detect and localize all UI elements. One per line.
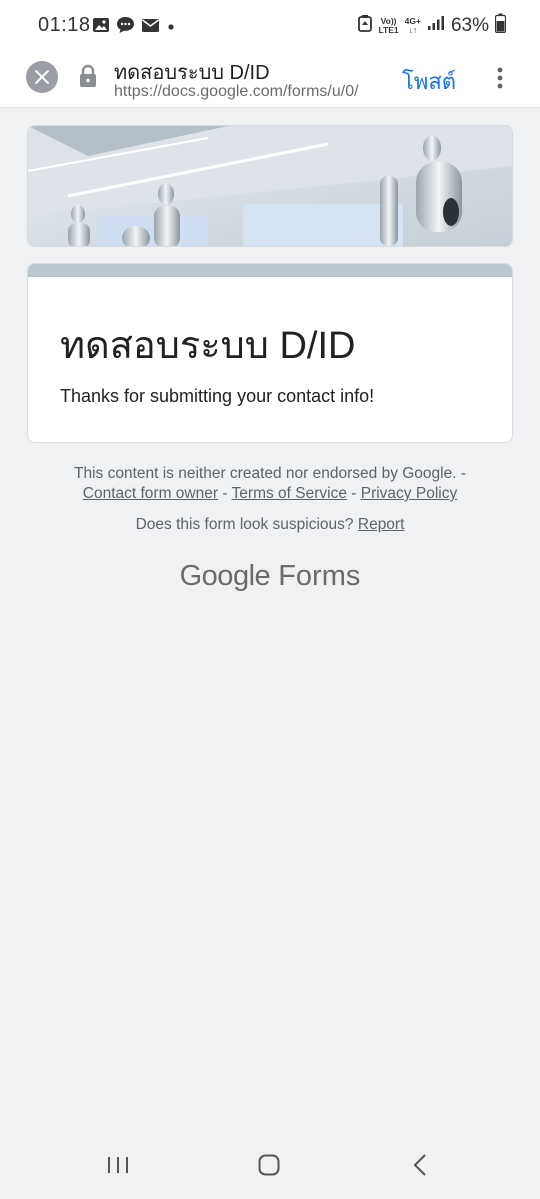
confirmation-message: Thanks for submitting your contact info! (60, 386, 375, 406)
system-navigation-bar (0, 1135, 540, 1199)
gallery-icon (92, 16, 110, 39)
separator: - (456, 465, 467, 482)
lock-icon[interactable] (78, 64, 98, 93)
separator: - (218, 485, 232, 502)
signal-icon (427, 15, 445, 37)
data-saver-icon (357, 14, 373, 38)
contact-form-owner-link[interactable]: Contact form owner (83, 485, 218, 502)
google-forms-logo[interactable]: Google Forms (0, 560, 540, 593)
recent-apps-button[interactable] (106, 1153, 130, 1182)
more-notifications-dot-icon (166, 19, 176, 37)
system-icons: Vo)) LTE1 4G+ ↓↑ 63% (357, 13, 507, 39)
form-header-image (27, 125, 513, 247)
mobile-data-indicator: 4G+ ↓↑ (404, 16, 421, 35)
brand-forms: Forms (278, 560, 361, 592)
privacy-policy-link[interactable]: Privacy Policy (361, 485, 457, 502)
data-arrows-icon: ↓↑ (408, 25, 418, 35)
page-url[interactable]: https://docs.google.com/forms/u/0/ (114, 83, 386, 101)
home-icon (258, 1154, 280, 1176)
close-tab-button[interactable] (26, 61, 58, 93)
close-icon (35, 70, 49, 84)
recent-apps-icon (108, 1157, 128, 1173)
status-time: 01:18 (38, 14, 91, 36)
form-confirmation-card: ทดสอบระบบ D/ID Thanks for submitting you… (27, 263, 513, 443)
status-bar: 01:18 Vo)) LTE1 4G+ ↓↑ 63% (0, 0, 540, 52)
footer-disclaimer: This content is neither created nor endo… (0, 464, 540, 504)
report-link[interactable]: Report (358, 516, 405, 533)
report-abuse-line: Does this form look suspicious? Report (0, 516, 540, 534)
disclaimer-text: This content is neither created nor endo… (73, 465, 457, 482)
separator: - (346, 485, 361, 502)
notification-icons (92, 16, 176, 39)
battery-percent: 63% (450, 15, 489, 36)
suspicious-question: Does this form look suspicious? (135, 516, 354, 533)
mail-icon (141, 18, 160, 38)
post-button[interactable]: โพสต์ (402, 64, 456, 99)
custom-tab-toolbar: ทดสอบระบบ D/ID https://docs.google.com/f… (0, 52, 540, 108)
form-title: ทดสอบระบบ D/ID (60, 325, 356, 367)
brand-google: Google (179, 560, 271, 592)
battery-icon (494, 13, 507, 39)
volte-indicator: Vo)) LTE1 (378, 16, 399, 35)
card-header-stripe (28, 264, 512, 277)
terms-of-service-link[interactable]: Terms of Service (232, 485, 347, 502)
back-button[interactable] (409, 1153, 433, 1182)
more-options-icon[interactable] (496, 66, 504, 92)
chat-bubble-icon (116, 16, 135, 39)
back-icon (413, 1154, 426, 1176)
home-button[interactable] (257, 1153, 281, 1182)
